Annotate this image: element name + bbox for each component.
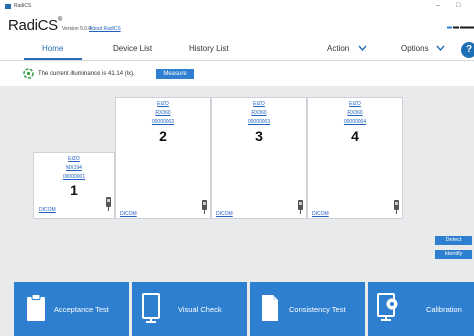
monitor-number: 3 — [255, 128, 263, 144]
monitor-dicom-link[interactable]: DICOM — [312, 211, 329, 217]
chevron-down-icon[interactable] — [436, 45, 445, 51]
navigation-bar: Home Device List History List Action Opt… — [0, 38, 474, 61]
monitor-dicom-link[interactable]: DICOM — [39, 207, 56, 213]
visual-check-button[interactable]: Visual Check — [132, 282, 247, 336]
monitor-serial-link[interactable]: 00000003 — [212, 119, 306, 125]
chevron-down-icon[interactable] — [358, 45, 367, 51]
maximize-button[interactable]: □ — [456, 2, 460, 10]
monitor-serial-link[interactable]: 00000002 — [116, 119, 210, 125]
calibration-label: Calibration — [426, 305, 462, 314]
monitor-model-link[interactable]: RX360 — [308, 110, 402, 116]
illuminance-sensor-icon — [23, 68, 34, 79]
action-bar: Acceptance Test Visual Check Consistency… — [0, 282, 474, 336]
detect-button[interactable]: Detect — [435, 236, 472, 245]
integrated-sensor-icon — [202, 200, 207, 214]
active-tab-indicator — [24, 58, 82, 60]
identify-button[interactable]: Identify — [435, 250, 472, 259]
calibration-sensor-icon — [377, 293, 398, 321]
monitor-manufacturer-link[interactable]: EIZO — [116, 101, 210, 107]
calibration-button[interactable]: Calibration — [368, 282, 474, 336]
visual-check-label: Visual Check — [178, 305, 222, 314]
monitor-model-link[interactable]: MX194 — [34, 165, 114, 171]
monitor-card-1[interactable]: EIZO MX194 00000001 1 DICOM — [33, 152, 115, 219]
action-menu[interactable]: Action — [327, 44, 349, 53]
monitor-manufacturer-link[interactable]: EIZO — [308, 101, 402, 107]
integrated-sensor-icon — [298, 200, 303, 214]
tab-home[interactable]: Home — [42, 44, 63, 53]
version-label: Version 5.0.0 — [62, 26, 92, 32]
options-menu[interactable]: Options — [401, 44, 429, 53]
monitor-number: 1 — [70, 182, 78, 198]
monitor-icon — [142, 293, 160, 323]
monitor-model-link[interactable]: RX360 — [116, 110, 210, 116]
monitor-layout-area: EIZO MX194 00000001 1 DICOM EIZO RX360 0… — [0, 86, 474, 282]
measure-button[interactable]: Measure — [156, 69, 194, 79]
integrated-sensor-icon — [106, 197, 111, 211]
radics-logo: RadiCS® — [8, 17, 63, 34]
monitor-serial-link[interactable]: 00000004 — [308, 119, 402, 125]
clipboard-icon — [27, 294, 45, 321]
monitor-manufacturer-link[interactable]: EIZO — [34, 156, 114, 162]
window-title: RadiCS — [14, 3, 32, 9]
monitor-dicom-link[interactable]: DICOM — [120, 211, 137, 217]
help-icon[interactable]: ? — [461, 42, 474, 58]
window-titlebar: RadiCS – □ — [0, 0, 474, 14]
illuminance-bar: The current illuminance is 41.14 (lx). M… — [0, 62, 474, 86]
monitor-manufacturer-link[interactable]: EIZO — [212, 101, 306, 107]
tab-history-list[interactable]: History List — [189, 44, 229, 53]
app-icon — [5, 4, 11, 9]
document-icon — [262, 295, 278, 321]
consistency-test-button[interactable]: Consistency Test — [250, 282, 365, 336]
monitor-number: 2 — [159, 128, 167, 144]
monitor-model-link[interactable]: RX360 — [212, 110, 306, 116]
monitor-number: 4 — [351, 128, 359, 144]
about-link[interactable]: About RadiCS — [89, 26, 121, 32]
acceptance-test-button[interactable]: Acceptance Test — [14, 282, 129, 336]
integrated-sensor-icon — [394, 200, 399, 214]
acceptance-test-label: Acceptance Test — [54, 305, 109, 314]
monitor-card-3[interactable]: EIZO RX360 00000003 3 DICOM — [211, 97, 307, 219]
monitor-serial-link[interactable]: 00000001 — [34, 174, 114, 180]
tab-device-list[interactable]: Device List — [113, 44, 152, 53]
brand-row: RadiCS® Version 5.0.0 About RadiCS — [0, 14, 474, 38]
monitor-card-4[interactable]: EIZO RX360 00000004 4 DICOM — [307, 97, 403, 219]
monitor-dicom-link[interactable]: DICOM — [216, 211, 233, 217]
brand-mark-icon — [447, 26, 474, 29]
consistency-test-label: Consistency Test — [289, 305, 346, 314]
minimize-button[interactable]: – — [436, 2, 440, 10]
monitor-card-2[interactable]: EIZO RX360 00000002 2 DICOM — [115, 97, 211, 219]
illuminance-status: The current illuminance is 41.14 (lx). — [38, 71, 135, 77]
